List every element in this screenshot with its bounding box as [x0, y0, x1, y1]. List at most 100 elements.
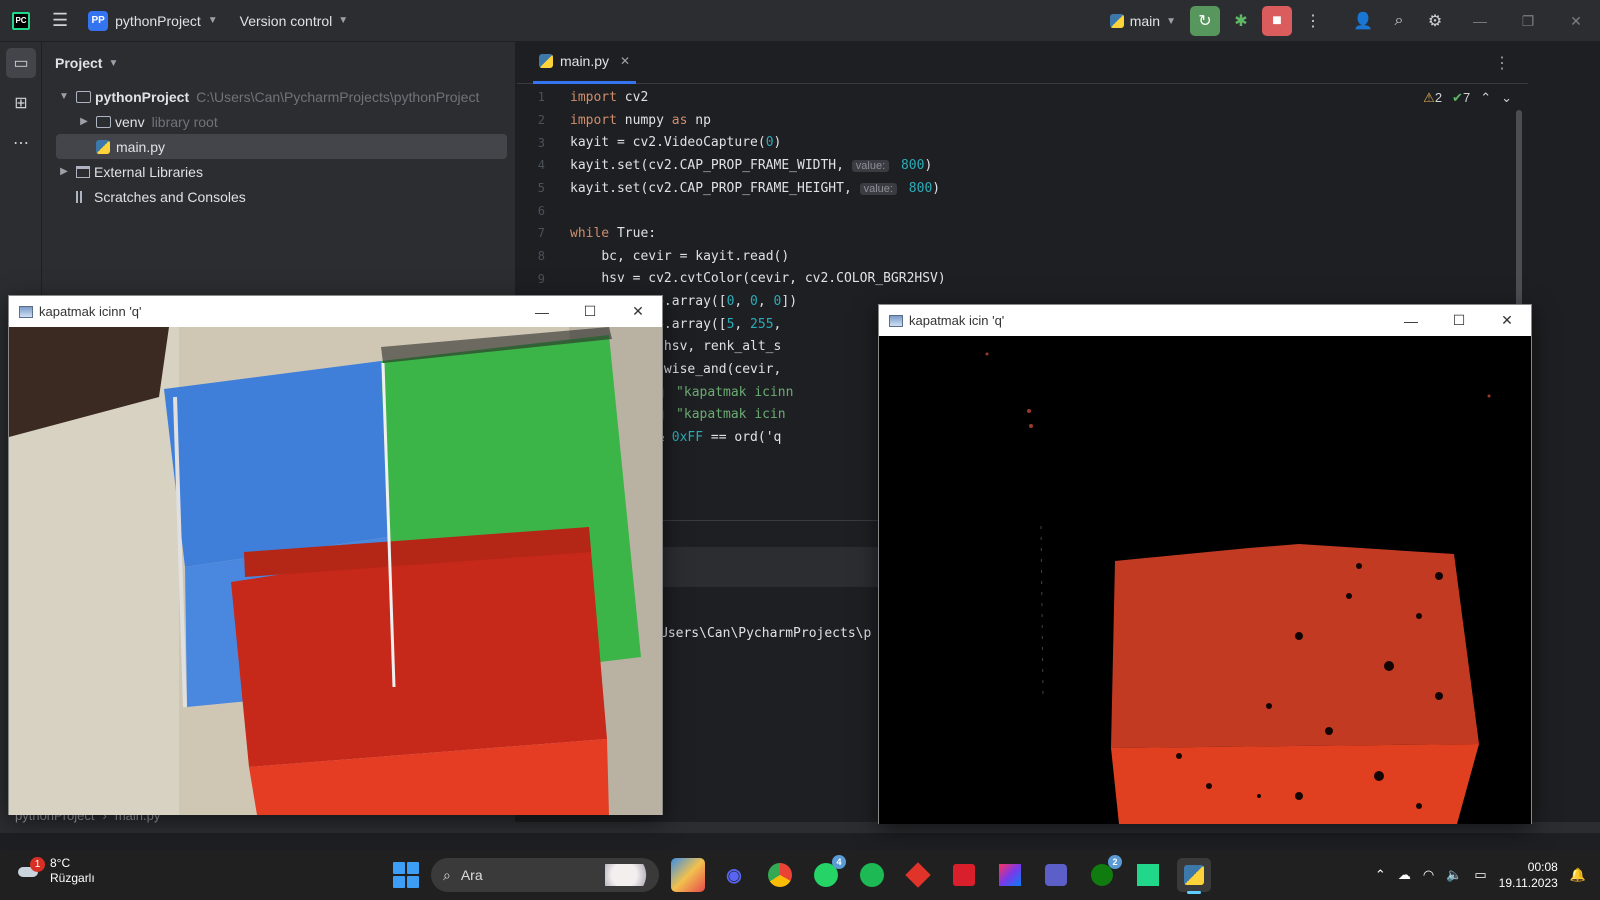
onedrive-cloud-icon[interactable]: ☁ — [1398, 867, 1411, 883]
spotify-icon[interactable] — [855, 858, 889, 892]
run-config-selector[interactable]: main ▼ — [1109, 13, 1176, 29]
opencv-window-camera[interactable]: kapatmak icinn 'q' — ☐ ✕ — [8, 295, 663, 815]
rerun-button[interactable]: ↻ — [1190, 6, 1220, 36]
project-panel-header[interactable]: Project ▼ — [42, 42, 515, 84]
wifi-icon[interactable]: ◠ — [1423, 867, 1434, 883]
maximize-button[interactable]: ☐ — [566, 303, 614, 320]
taskbar-search[interactable]: ⌕ Ara — [431, 858, 659, 892]
search-icon: ⌕ — [443, 866, 451, 883]
stop-button[interactable]: ■ — [1262, 6, 1292, 36]
debug-button[interactable]: ✱ — [1226, 6, 1256, 36]
tab-more-icon[interactable]: ⋮ — [1494, 53, 1510, 73]
volume-icon[interactable]: 🔈 — [1446, 867, 1462, 883]
search-icon[interactable]: ⌕ — [1384, 6, 1414, 36]
check-icon: ✔ — [1452, 90, 1463, 105]
tab-main-py[interactable]: main.py ✕ — [533, 42, 637, 84]
code-line[interactable]: 4 kayit.set(cv2.CAP_PROP_FRAME_WIDTH, val… — [517, 154, 1517, 177]
tree-root-path: C:\Users\Can\PycharmProjects\pythonProje… — [196, 88, 480, 105]
python-taskbar-icon[interactable] — [1177, 858, 1211, 894]
code-text: import cv2 — [570, 89, 649, 105]
weather-widget[interactable]: 1 8°C Rüzgarlı — [16, 856, 95, 886]
settings-gear-icon[interactable]: ⚙ — [1420, 6, 1450, 36]
whatsapp-icon[interactable]: 4 — [809, 855, 846, 892]
ok-count: 7 — [1462, 90, 1471, 105]
chevron-down-icon[interactable]: ⌄ — [1501, 90, 1512, 106]
structure-icon[interactable]: ⊞ — [6, 88, 36, 118]
discord-icon[interactable]: ◉ — [717, 858, 751, 892]
red-diamond-app-icon[interactable] — [901, 858, 935, 892]
clock-date: 19.11.2023 — [1498, 876, 1558, 890]
tree-root-name: pythonProject — [95, 88, 190, 105]
tree-item-main-py[interactable]: main.py — [56, 134, 507, 159]
main-menu-icon[interactable]: ☰ — [52, 10, 68, 31]
code-line[interactable]: 8 bc, cevir = kayit.read() — [517, 245, 1517, 268]
opencv-window-mask[interactable]: kapatmak icin 'q' — ☐ ✕ — [878, 304, 1532, 824]
project-panel-title: Project — [55, 55, 103, 71]
restore-button[interactable]: ❐ — [1504, 13, 1552, 30]
adobe-app-icon[interactable] — [947, 858, 981, 892]
maximize-button[interactable]: ☐ — [1435, 312, 1483, 329]
close-button[interactable]: ✕ — [1552, 13, 1600, 30]
app-window-icon — [19, 305, 33, 318]
tree-item-scratches[interactable]: Scratches and Consoles — [42, 184, 515, 209]
windows-taskbar: 1 8°C Rüzgarlı ⌕ Ara ◉ 4 2 ⌃ ☁ ◠ 🔈 ▭ 00:… — [0, 850, 1600, 900]
external-libraries-label: External Libraries — [94, 163, 203, 180]
tree-root[interactable]: ▼ pythonProject C:\Users\Can\PycharmProj… — [42, 84, 515, 109]
chrome-icon[interactable] — [763, 858, 797, 892]
tree-item-venv[interactable]: ▶ venv library root — [42, 109, 515, 134]
code-line[interactable]: 9 hsv = cv2.cvtColor(cevir, cv2.COLOR_BG… — [517, 268, 1517, 291]
code-text: hsv = cv2.cvtColor(cevir, cv2.COLOR_BGR2… — [601, 271, 946, 287]
cv-window-titlebar[interactable]: kapatmak icin 'q' — ☐ ✕ — [879, 305, 1531, 336]
minimize-button[interactable]: — — [1456, 13, 1504, 29]
folder-icon — [76, 90, 91, 103]
cv-window-title: kapatmak icin 'q' — [909, 313, 1005, 328]
search-highlight-image — [605, 864, 653, 886]
clock-time: 00:08 — [1527, 860, 1558, 874]
line-number: 8 — [537, 249, 545, 264]
code-line[interactable]: 7 while True: — [517, 222, 1517, 245]
run-output-line: Users\Can\PycharmProjects\p — [660, 626, 872, 641]
cv-window-titlebar[interactable]: kapatmak icinn 'q' — ☐ ✕ — [9, 296, 662, 327]
teams-icon[interactable] — [1039, 858, 1073, 892]
code-line[interactable]: 6 — [517, 199, 1517, 222]
camera-frame-image — [9, 327, 662, 815]
tree-item-external-libraries[interactable]: ▶ External Libraries — [42, 159, 515, 184]
code-line[interactable]: 1 import cv2 — [517, 86, 1517, 109]
minimize-button[interactable]: — — [1387, 313, 1435, 329]
minimize-button[interactable]: — — [518, 304, 566, 320]
notification-bell-icon[interactable]: 🔔 — [1570, 867, 1586, 883]
windows-start-icon[interactable] — [393, 862, 419, 888]
version-control-menu[interactable]: Version control ▼ — [240, 13, 349, 29]
project-folder-icon[interactable]: ▭ — [6, 48, 36, 78]
code-line[interactable]: 2 import numpy as np — [517, 109, 1517, 132]
line-number: 3 — [537, 135, 545, 150]
add-user-icon[interactable]: 👤 — [1348, 6, 1378, 36]
warning-icon: ⚠ — [1423, 90, 1435, 105]
more-tools-icon[interactable]: ⋯ — [6, 128, 36, 158]
clock[interactable]: 00:08 19.11.2023 — [1499, 859, 1558, 891]
line-number: 5 — [537, 181, 545, 196]
close-button[interactable]: ✕ — [614, 303, 662, 320]
editor-tabbar: main.py ✕ ⋮ — [517, 42, 1528, 84]
project-selector[interactable]: PP pythonProject ▼ — [88, 10, 218, 31]
code-line[interactable]: 3 kayit = cv2.VideoCapture(0) — [517, 131, 1517, 154]
weather-desc: Rüzgarlı — [50, 871, 95, 885]
chevron-down-icon: ▼ — [1166, 15, 1176, 27]
tab-label: main.py — [560, 53, 610, 69]
code-line[interactable]: 5 kayit.set(cv2.CAP_PROP_FRAME_HEIGHT, va… — [517, 177, 1517, 200]
intellij-icon[interactable] — [993, 858, 1027, 892]
weather-badge: 1 — [30, 857, 45, 872]
inspection-widget[interactable]: ⚠2 ✔7 ⌃ ⌄ — [1423, 90, 1512, 106]
chevron-up-icon[interactable]: ⌃ — [1375, 867, 1386, 883]
pycharm-taskbar-icon[interactable] — [1131, 858, 1165, 892]
chevron-up-icon[interactable]: ⌃ — [1480, 90, 1491, 106]
more-actions-icon[interactable]: ⋮ — [1298, 6, 1328, 36]
battery-icon[interactable]: ▭ — [1474, 867, 1486, 883]
app-icon-colorful[interactable] — [671, 858, 705, 892]
editor-scrollbar[interactable] — [1516, 110, 1522, 310]
line-number: 9 — [537, 271, 545, 286]
close-button[interactable]: ✕ — [1483, 312, 1531, 329]
code-text: import numpy as np — [570, 112, 711, 128]
xbox-icon[interactable]: 2 — [1085, 855, 1122, 892]
close-tab-icon[interactable]: ✕ — [620, 54, 630, 68]
